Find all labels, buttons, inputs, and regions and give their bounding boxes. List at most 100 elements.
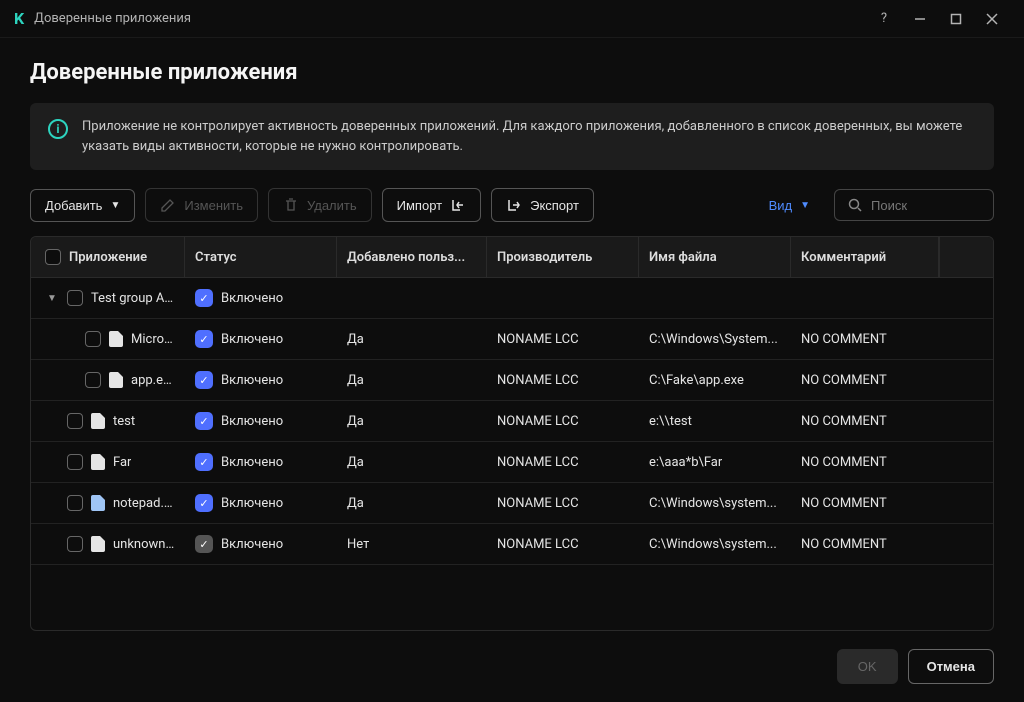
status-text: Включено — [221, 414, 283, 429]
table-row[interactable]: test✓ВключеноДаNONAME LCCe:\\testNO COMM… — [31, 401, 993, 442]
import-icon — [450, 197, 466, 213]
status-text: Включено — [221, 291, 283, 306]
import-button[interactable]: Импорт — [382, 188, 481, 222]
maximize-button[interactable] — [938, 4, 974, 34]
cell-file: C:\Windows\system... — [639, 537, 791, 552]
export-label: Экспорт — [530, 198, 579, 213]
cell-vendor: NONAME LCC — [487, 537, 639, 552]
view-button[interactable]: Вид ▼ — [755, 190, 824, 221]
export-icon — [506, 197, 522, 213]
cell-vendor: NONAME LCC — [487, 414, 639, 429]
app-name: notepad.e... — [113, 496, 175, 511]
cell-comment: NO COMMENT — [791, 373, 939, 388]
window-title: Доверенные приложения — [34, 11, 191, 26]
ok-button: OK — [837, 649, 898, 684]
status-toggle[interactable]: ✓ — [195, 535, 213, 553]
col-comment[interactable]: Комментарий — [791, 237, 939, 277]
row-checkbox[interactable] — [67, 536, 83, 552]
cell-vendor: NONAME LCC — [487, 332, 639, 347]
table-row[interactable]: unknown....✓ВключеноНетNONAME LCCC:\Wind… — [31, 524, 993, 565]
edit-button: Изменить — [145, 188, 258, 222]
file-icon — [91, 536, 105, 552]
row-checkbox[interactable] — [67, 495, 83, 511]
col-status[interactable]: Статус — [185, 237, 337, 277]
delete-label: Удалить — [307, 198, 357, 213]
search-icon — [847, 197, 863, 213]
search-box[interactable] — [834, 189, 994, 221]
info-text: Приложение не контролирует активность до… — [82, 117, 976, 156]
titlebar: K Доверенные приложения ? — [0, 0, 1024, 38]
col-end — [939, 237, 993, 277]
cell-vendor: NONAME LCC — [487, 496, 639, 511]
table-header: Приложение Статус Добавлено польз... Про… — [31, 237, 993, 278]
table-row[interactable]: notepad.e...✓ВключеноДаNONAME LCCC:\Wind… — [31, 483, 993, 524]
status-toggle[interactable]: ✓ — [195, 289, 213, 307]
col-added[interactable]: Добавлено польз... — [337, 237, 487, 277]
app-name: Far — [113, 455, 131, 470]
status-text: Включено — [221, 373, 283, 388]
status-toggle[interactable]: ✓ — [195, 371, 213, 389]
close-icon — [984, 11, 1000, 27]
minimize-button[interactable] — [902, 4, 938, 34]
file-icon — [109, 372, 123, 388]
trash-icon — [283, 197, 299, 213]
app-name: Micros... — [131, 332, 175, 347]
status-text: Включено — [221, 455, 283, 470]
status-text: Включено — [221, 537, 283, 552]
header-app-label: Приложение — [69, 250, 147, 265]
search-input[interactable] — [871, 198, 981, 213]
help-button[interactable]: ? — [866, 4, 902, 34]
col-vendor[interactable]: Производитель — [487, 237, 639, 277]
row-checkbox[interactable] — [67, 454, 83, 470]
row-checkbox[interactable] — [85, 372, 101, 388]
app-name: app.exe — [131, 373, 175, 388]
add-button[interactable]: Добавить ▼ — [30, 189, 135, 222]
info-icon: i — [48, 119, 68, 139]
status-text: Включено — [221, 496, 283, 511]
export-button[interactable]: Экспорт — [491, 188, 594, 222]
close-button[interactable] — [974, 4, 1010, 34]
row-checkbox[interactable] — [85, 331, 101, 347]
cell-added: Да — [337, 332, 487, 347]
table-row[interactable]: Micros...✓ВключеноДаNONAME LCCC:\Windows… — [31, 319, 993, 360]
cell-comment: NO COMMENT — [791, 496, 939, 511]
pencil-icon — [160, 197, 176, 213]
status-toggle[interactable]: ✓ — [195, 453, 213, 471]
col-file[interactable]: Имя файла — [639, 237, 791, 277]
cell-file: e:\aaa*b\Far — [639, 455, 791, 470]
table-row[interactable]: app.exe✓ВключеноДаNONAME LCCC:\Fake\app.… — [31, 360, 993, 401]
select-all-checkbox[interactable] — [45, 249, 61, 265]
chevron-down-icon[interactable]: ▼ — [45, 293, 59, 304]
minimize-icon — [912, 11, 928, 27]
app-name: Test group App — [91, 291, 175, 306]
cell-comment: NO COMMENT — [791, 414, 939, 429]
import-label: Импорт — [397, 198, 442, 213]
chevron-down-icon: ▼ — [110, 200, 120, 211]
footer: OK Отмена — [30, 631, 994, 684]
cancel-button[interactable]: Отмена — [908, 649, 994, 684]
app-logo-icon: K — [14, 9, 24, 28]
delete-button: Удалить — [268, 188, 372, 222]
app-name: test — [113, 414, 135, 429]
file-icon — [109, 331, 123, 347]
cell-file: C:\Windows\System... — [639, 332, 791, 347]
cell-added: Да — [337, 455, 487, 470]
file-icon — [91, 413, 105, 429]
file-icon — [91, 454, 105, 470]
row-checkbox[interactable] — [67, 290, 83, 306]
status-toggle[interactable]: ✓ — [195, 412, 213, 430]
table-row[interactable]: ▼ Test group App ✓ Включено — [31, 278, 993, 319]
row-checkbox[interactable] — [67, 413, 83, 429]
status-toggle[interactable]: ✓ — [195, 330, 213, 348]
cell-added: Да — [337, 373, 487, 388]
status-toggle[interactable]: ✓ — [195, 494, 213, 512]
apps-table: Приложение Статус Добавлено польз... Про… — [30, 236, 994, 631]
cell-comment: NO COMMENT — [791, 332, 939, 347]
col-app[interactable]: Приложение — [31, 237, 185, 277]
view-label: Вид — [769, 198, 793, 213]
app-name: unknown.... — [113, 537, 175, 552]
info-banner: i Приложение не контролирует активность … — [30, 103, 994, 170]
cell-file: e:\\test — [639, 414, 791, 429]
table-row[interactable]: Far✓ВключеноДаNONAME LCCe:\aaa*b\FarNO C… — [31, 442, 993, 483]
cell-added: Да — [337, 496, 487, 511]
